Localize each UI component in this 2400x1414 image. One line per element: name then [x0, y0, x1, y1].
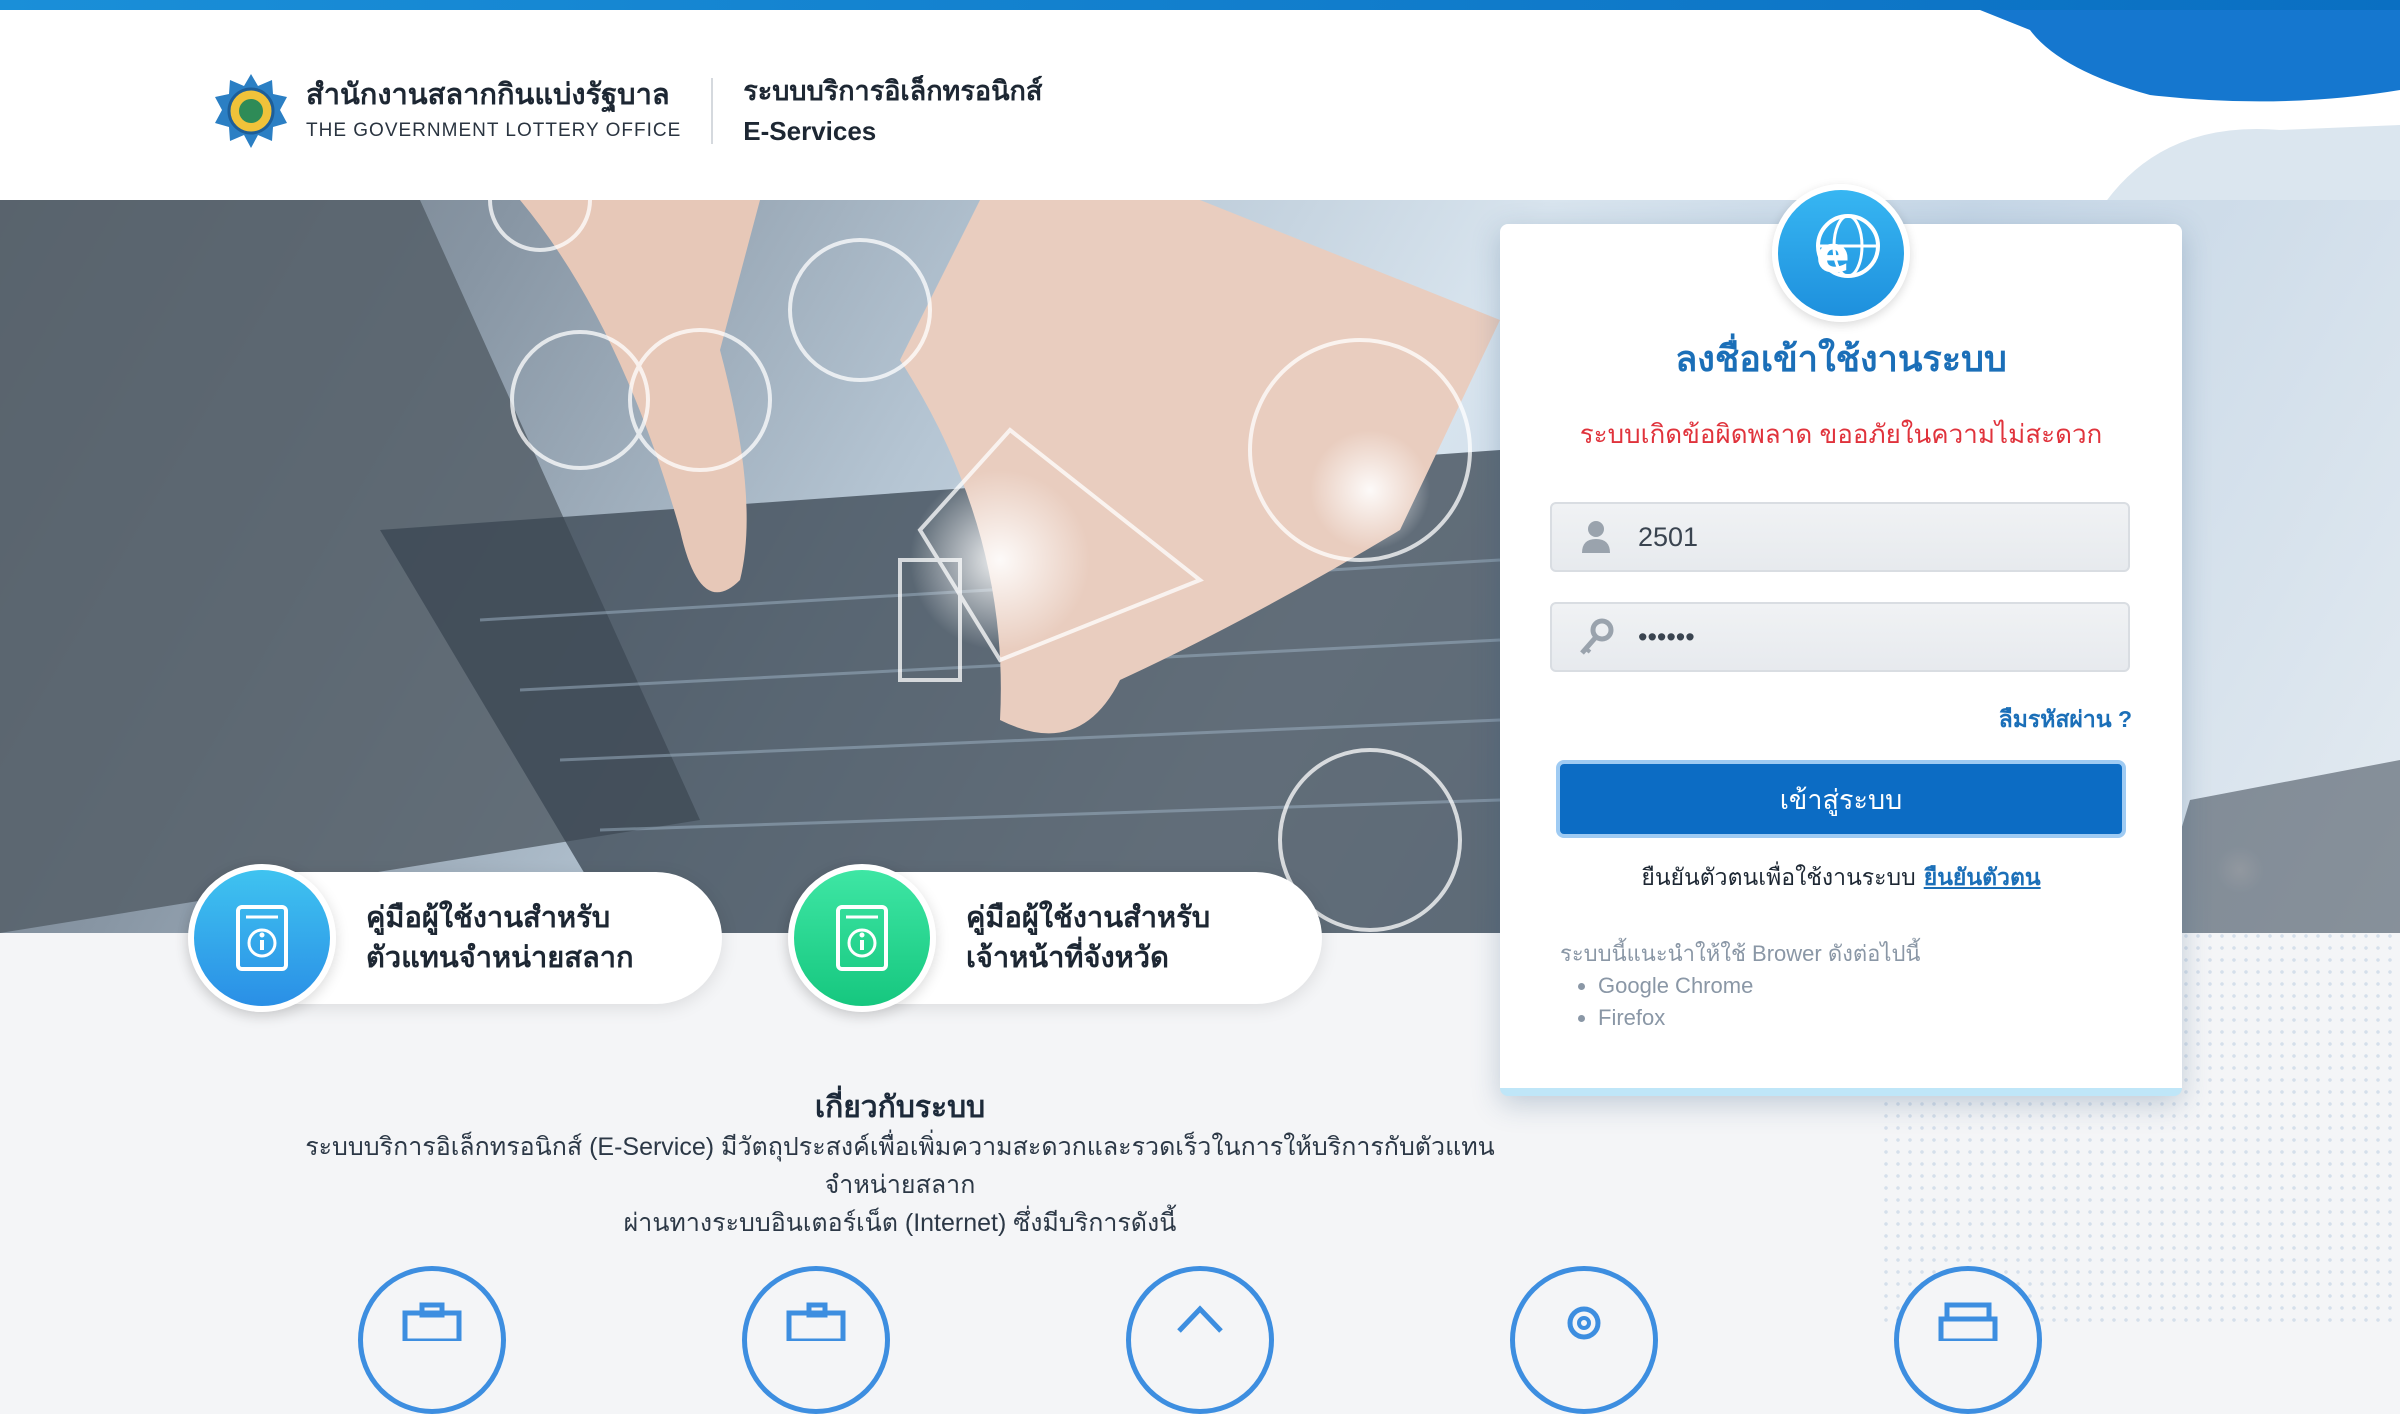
username-input[interactable] [1636, 520, 2116, 554]
guide-provincial-staff-button[interactable]: คู่มือผู้ใช้งานสำหรับ เจ้าหน้าที่จังหวัด [788, 864, 1322, 1012]
guide-agent-line2: ตัวแทนจำหน่ายสลาก [366, 942, 634, 974]
service-name-thai: ระบบบริการอิเล็กทรอนิกส์ [743, 76, 1043, 106]
svg-text:e: e [1816, 226, 1850, 284]
browser-item: Firefox [1598, 1002, 1753, 1034]
password-field[interactable] [1550, 602, 2130, 672]
user-icon [1582, 521, 1610, 553]
about-section: เกี่ยวกับระบบ ระบบบริการอิเล็กทรอนิกส์ (… [300, 1088, 1500, 1242]
guide-staff-line1: คู่มือผู้ใช้งานสำหรับ [966, 902, 1211, 934]
briefcase-icon [402, 1302, 462, 1341]
e-services-logo-icon: e [1772, 184, 1910, 322]
location-pin-icon [1567, 1306, 1601, 1340]
verify-identity-text: ยืนยันตัวตนเพื่อใช้งานระบบ [1641, 864, 1916, 890]
brand[interactable]: สำนักงานสลากกินแบ่งรัฐบาล THE GOVERNMENT… [212, 72, 1042, 150]
lottery-office-seal-icon [215, 74, 287, 148]
login-title: ลงชื่อเข้าใช้งานระบบ [1675, 338, 2007, 379]
browser-list: Google Chrome Firefox [1560, 970, 1753, 1034]
about-description-line1: ระบบบริการอิเล็กทรอนิกส์ (E-Service) มีว… [305, 1133, 1495, 1199]
guide-agent-line1: คู่มือผู้ใช้งานสำหรับ [366, 902, 611, 934]
service-item-1[interactable] [358, 1266, 506, 1414]
header-swoosh-decoration [1980, 10, 2400, 210]
folder-icon [786, 1302, 846, 1341]
guide-staff-line2: เจ้าหน้าที่จังหวัด [966, 942, 1169, 974]
about-title: เกี่ยวกับระบบ [814, 1091, 986, 1124]
info-document-icon [788, 864, 936, 1012]
verify-identity-link[interactable]: ยืนยันตัวตน [1924, 864, 2041, 890]
browser-recommendation-note: ระบบนี้แนะนำให้ใช้ Brower ดังต่อไปนี้ [1560, 941, 1921, 966]
browser-item: Google Chrome [1598, 970, 1753, 1002]
guide-agent-button[interactable]: คู่มือผู้ใช้งานสำหรับ ตัวแทนจำหน่ายสลาก [188, 864, 722, 1012]
about-description-line2: ผ่านทางระบบอินเตอร์เน็ต (Internet) ซึ่งม… [623, 1209, 1177, 1237]
info-document-icon [188, 864, 336, 1012]
login-button[interactable]: เข้าสู่ระบบ [1556, 760, 2126, 838]
top-accent-strip [0, 0, 2400, 10]
service-item-5[interactable] [1894, 1266, 2042, 1414]
verify-identity-row: ยืนยันตัวตนเพื่อใช้งานระบบ ยืนยันตัวตน [1500, 860, 2182, 896]
key-icon [1580, 618, 1614, 655]
service-item-4[interactable] [1510, 1266, 1658, 1414]
login-card: e ลงชื่อเข้าใช้งานระบบ ระบบเกิดข้อผิดพลา… [1500, 184, 2182, 1096]
service-name-english: E-Services [743, 116, 877, 146]
username-field[interactable] [1550, 502, 2130, 572]
site-header: สำนักงานสลากกินแบ่งรัฐบาล THE GOVERNMENT… [0, 10, 2400, 210]
service-item-2[interactable] [742, 1266, 890, 1414]
forgot-password-link[interactable]: ลืมรหัสผ่าน ? [1999, 702, 2132, 738]
service-item-3[interactable] [1126, 1266, 1274, 1414]
org-name-thai: สำนักงานสลากกินแบ่งรัฐบาล [306, 79, 670, 111]
login-error-message: ระบบเกิดข้อผิดพลาด ขออภัยในความไม่สะดวก [1579, 419, 2103, 449]
printer-icon [1938, 1302, 1998, 1341]
header-divider [711, 78, 714, 144]
home-icon [1177, 1305, 1223, 1333]
org-name-english: THE GOVERNMENT LOTTERY OFFICE [306, 120, 682, 141]
password-input[interactable] [1636, 620, 2116, 654]
